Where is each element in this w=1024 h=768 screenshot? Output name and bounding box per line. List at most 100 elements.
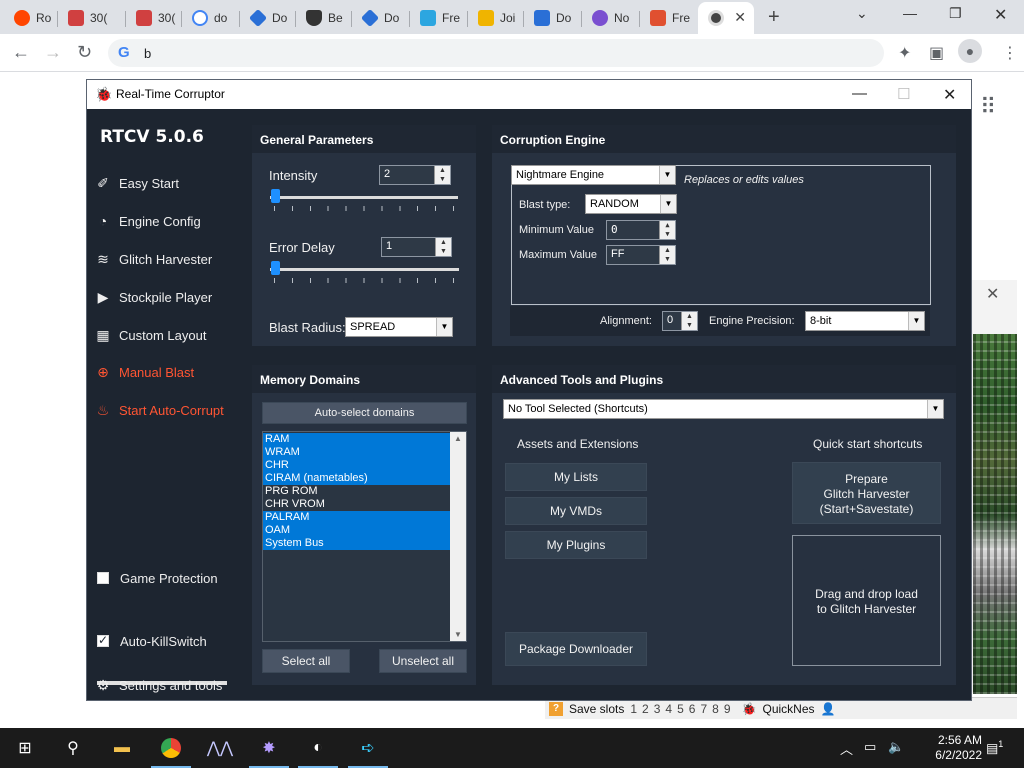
new-tab-icon[interactable]: + [768, 6, 780, 29]
omnibox[interactable]: G b [108, 39, 884, 67]
tab-search-icon[interactable]: ⌄ [856, 5, 868, 22]
maximize-icon[interactable]: ☐ [897, 85, 910, 103]
list-item[interactable]: CIRAM (nametables) [263, 472, 450, 485]
nav-manual-blast[interactable]: ⊕ Manual Blast [95, 362, 194, 382]
tab-join[interactable]: Joi [468, 4, 524, 32]
drop-zone[interactable]: Drag and drop load to Glitch Harvester [792, 535, 941, 666]
error-delay-slider[interactable] [270, 258, 459, 284]
chrome-icon[interactable] [160, 737, 182, 759]
spinner-arrows-icon[interactable]: ▲ ▼ [659, 246, 675, 264]
my-plugins-button[interactable]: My Plugins [505, 531, 647, 559]
select-all-button[interactable]: Select all [262, 649, 350, 673]
network-icon[interactable]: ▭ [864, 739, 876, 755]
app-arrow-icon[interactable]: ➪ [357, 737, 379, 759]
close-icon[interactable]: ✕ [986, 284, 999, 304]
extensions-icon[interactable]: ✦ [898, 43, 911, 63]
slider-thumb[interactable] [271, 189, 280, 203]
nav-settings[interactable]: ⚙ Settings and tools [95, 675, 223, 695]
intensity-slider[interactable] [270, 186, 458, 212]
list-item[interactable]: RAM [263, 433, 450, 446]
notifications-icon[interactable]: ▤1 [986, 739, 1003, 756]
save-slot[interactable]: 2 [642, 702, 649, 716]
prepare-glitch-harvester-button[interactable]: Prepare Glitch Harvester (Start+Savestat… [792, 462, 941, 524]
side-panel-icon[interactable]: ▣ [929, 43, 944, 63]
spinner-arrows-icon[interactable]: ▲ ▼ [681, 312, 697, 330]
tab-do-a[interactable]: Do [240, 4, 296, 32]
maximum-value-spinner[interactable]: FF ▲ ▼ [606, 245, 676, 265]
error-delay-spinner[interactable]: 1 ▲ ▼ [381, 237, 452, 257]
forward-icon[interactable]: → [44, 42, 62, 63]
nav-stockpile-player[interactable]: ▶ Stockpile Player [95, 287, 213, 307]
minimize-icon[interactable]: — [852, 85, 867, 102]
tab-reddit[interactable]: Ro [4, 4, 58, 32]
nav-glitch-harvester[interactable]: ≋ Glitch Harvester [95, 249, 212, 269]
list-item[interactable]: CHR [263, 459, 450, 472]
list-scrollbar[interactable]: ▲ ▼ [450, 432, 466, 641]
list-item[interactable]: PRG ROM [263, 485, 450, 498]
save-slot[interactable]: 4 [665, 702, 672, 716]
list-item[interactable]: PALRAM [263, 511, 450, 524]
save-slot[interactable]: 7 [700, 702, 707, 716]
tab-active[interactable]: ✕ [698, 2, 754, 34]
nav-easy-start[interactable]: ✐ Easy Start [95, 173, 179, 193]
tab-no[interactable]: No [582, 4, 640, 32]
search-icon[interactable]: ⚲ [62, 737, 84, 759]
slider-thumb[interactable] [271, 261, 280, 275]
file-explorer-icon[interactable]: ▬ [111, 737, 133, 759]
clock[interactable]: 2:56 AM 6/2/2022 [935, 733, 982, 763]
emulator-icon[interactable]: ◐ [307, 737, 329, 759]
tab-do-b[interactable]: Do [352, 4, 410, 32]
nav-start-auto-corrupt[interactable]: ♨ Start Auto-Corrupt [95, 400, 224, 420]
profile-icon[interactable]: ● [958, 39, 982, 63]
tab-fre-a[interactable]: Fre [410, 4, 468, 32]
auto-killswitch-checkbox[interactable]: Auto-KillSwitch [97, 631, 207, 651]
apps-grid-icon[interactable]: ⠿ [980, 94, 996, 120]
package-downloader-button[interactable]: Package Downloader [505, 632, 647, 666]
tab-300-b[interactable]: 30( [126, 4, 182, 32]
memory-domains-list[interactable]: RAM WRAM CHR CIRAM (nametables) PRG ROM … [262, 431, 467, 642]
engine-select[interactable]: Nightmare Engine ▼ [511, 165, 676, 185]
spinner-arrows-icon[interactable]: ▲ ▼ [435, 238, 451, 256]
save-slot[interactable]: 3 [654, 702, 661, 716]
list-item[interactable]: System Bus [263, 537, 450, 550]
tab-do-c[interactable]: Do [524, 4, 582, 32]
my-lists-button[interactable]: My Lists [505, 463, 647, 491]
save-slot[interactable]: 5 [677, 702, 684, 716]
minimize-icon[interactable]: — [903, 5, 917, 21]
list-item[interactable]: WRAM [263, 446, 450, 459]
save-slot[interactable]: 6 [689, 702, 696, 716]
close-tab-icon[interactable]: ✕ [734, 9, 746, 26]
spinner-arrows-icon[interactable]: ▲ ▼ [659, 221, 675, 239]
nav-custom-layout[interactable]: ▦ Custom Layout [95, 325, 206, 345]
engine-precision-select[interactable]: 8-bit ▼ [805, 311, 925, 331]
blast-radius-select[interactable]: SPREAD ▼ [345, 317, 453, 337]
restore-icon[interactable]: ❐ [949, 5, 962, 22]
intensity-spinner[interactable]: 2 ▲ ▼ [379, 165, 451, 185]
minimum-value-spinner[interactable]: 0 ▲ ▼ [606, 220, 676, 240]
auto-select-domains-button[interactable]: Auto-select domains [262, 402, 467, 424]
back-icon[interactable]: ← [12, 42, 30, 63]
scroll-up-icon[interactable]: ▲ [450, 434, 466, 443]
app-icon[interactable]: ⋀⋀ [207, 737, 233, 759]
close-icon[interactable]: ✕ [943, 85, 956, 105]
save-slot[interactable]: 1 [630, 702, 637, 716]
blast-type-select[interactable]: RANDOM ▼ [585, 194, 677, 214]
reload-icon[interactable]: ↻ [77, 42, 92, 63]
windows-start-icon[interactable]: ⊞ [14, 737, 36, 759]
my-vmds-button[interactable]: My VMDs [505, 497, 647, 525]
nav-engine-config[interactable]: ◔ Engine Config [95, 211, 201, 231]
show-hidden-icons-icon[interactable]: ︿ [840, 739, 853, 758]
unselect-all-button[interactable]: Unselect all [379, 649, 467, 673]
tab-fre-b[interactable]: Fre [640, 4, 698, 32]
scroll-down-icon[interactable]: ▼ [450, 630, 466, 639]
close-window-icon[interactable]: ✕ [994, 5, 1007, 25]
tab-300-a[interactable]: 30( [58, 4, 126, 32]
alignment-spinner[interactable]: 0 ▲ ▼ [662, 311, 698, 331]
spinner-arrows-icon[interactable]: ▲ ▼ [434, 166, 450, 184]
list-item[interactable]: CHR VROM [263, 498, 450, 511]
rtc-icon[interactable]: ✸ [258, 737, 280, 759]
volume-icon[interactable]: 🔈 [888, 739, 904, 755]
tool-select[interactable]: No Tool Selected (Shortcuts) ▼ [503, 399, 944, 419]
list-item[interactable]: OAM [263, 524, 450, 537]
game-protection-checkbox[interactable]: Game Protection [97, 568, 218, 588]
